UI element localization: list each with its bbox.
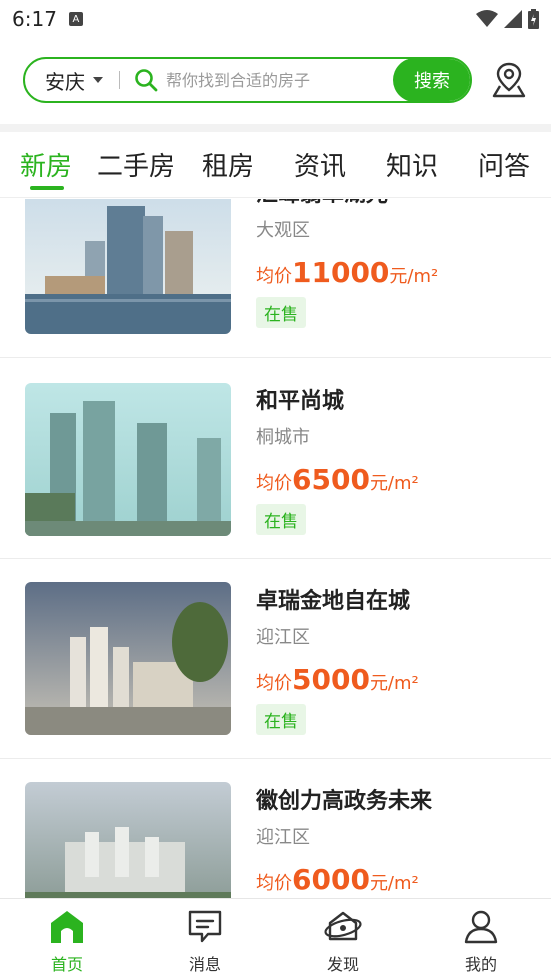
price-value: 5000 — [292, 663, 370, 696]
status-bar: 6:17 A — [0, 0, 551, 38]
section-separator — [0, 124, 551, 132]
price-value: 6000 — [292, 863, 370, 896]
listing-info: 和平尚城 桐城市 均价6500元/m² 在售 — [256, 383, 419, 535]
listing-info: 汇峰翡翠湖光 大观区 均价11000元/m² 在售 — [256, 199, 438, 328]
tab-second-hand[interactable]: 二手房 — [97, 146, 175, 183]
wifi-icon — [476, 10, 498, 27]
listing-price: 均价5000元/m² — [256, 663, 419, 696]
battery-icon — [528, 9, 539, 29]
listing-district: 迎江区 — [256, 627, 310, 648]
listing-photo — [25, 199, 231, 334]
status-time: 6:17 — [12, 7, 57, 31]
search-input[interactable] — [166, 59, 393, 101]
discover-icon — [324, 911, 362, 941]
nav-discover[interactable]: 发现 — [303, 905, 383, 975]
status-icons — [476, 9, 539, 29]
status-badge: 在售 — [256, 704, 306, 735]
listing-photo — [25, 782, 231, 898]
list-item[interactable]: 和平尚城 桐城市 均价6500元/m² 在售 — [0, 359, 551, 559]
search-icon — [135, 69, 158, 92]
listing-name: 汇峰翡翠湖光 — [256, 199, 438, 208]
search-divider — [119, 71, 120, 89]
listing-list: 汇峰翡翠湖光 大观区 均价11000元/m² 在售 — [0, 199, 551, 898]
nav-home-label: 首页 — [50, 955, 83, 974]
nav-messages-label: 消息 — [188, 955, 221, 974]
list-item[interactable]: 汇峰翡翠湖光 大观区 均价11000元/m² 在售 — [0, 199, 551, 358]
listing-photo — [25, 383, 231, 536]
listing-info: 卓瑞金地自在城 迎江区 均价5000元/m² 在售 — [256, 583, 419, 735]
list-item[interactable]: 卓瑞金地自在城 迎江区 均价5000元/m² 在售 — [0, 559, 551, 759]
price-unit: 元/m² — [369, 473, 419, 494]
search-bar: 安庆 搜索 — [23, 57, 472, 103]
price-label: 均价 — [256, 873, 292, 894]
price-label: 均价 — [256, 266, 292, 287]
listing-district: 桐城市 — [256, 427, 310, 448]
city-label: 安庆 — [45, 69, 85, 94]
caret-down-icon — [93, 77, 103, 83]
nav-home[interactable]: 首页 — [27, 905, 107, 975]
app-screen: 6:17 A 安庆 搜索 — [0, 0, 551, 979]
listing-photo — [25, 582, 231, 735]
listing-info: 徽创力高政务未来 迎江区 均价6000元/m² — [256, 783, 432, 896]
active-tab-indicator — [30, 186, 64, 190]
bottom-navigation: 首页 消息 发现 我的 — [0, 898, 551, 979]
price-unit: 元/m² — [369, 673, 419, 694]
signal-icon — [504, 10, 522, 28]
price-unit: 元/m² — [369, 873, 419, 894]
nav-discover-label: 发现 — [326, 955, 359, 974]
nav-messages[interactable]: 消息 — [165, 905, 245, 975]
listing-name: 和平尚城 — [256, 389, 345, 414]
listing-name: 徽创力高政务未来 — [256, 789, 433, 814]
profile-icon — [464, 910, 498, 944]
price-label: 均价 — [256, 473, 292, 494]
price-label: 均价 — [256, 673, 292, 694]
nav-profile-label: 我的 — [464, 955, 497, 974]
list-item[interactable]: 徽创力高政务未来 迎江区 均价6000元/m² — [0, 759, 551, 898]
tab-rent[interactable]: 租房 — [202, 146, 254, 183]
search-header: 安庆 搜索 — [0, 38, 551, 124]
tab-new-house[interactable]: 新房 — [20, 146, 72, 183]
search-button[interactable]: 搜索 — [393, 59, 470, 101]
nav-profile[interactable]: 我的 — [441, 905, 521, 975]
listing-district: 大观区 — [256, 220, 310, 241]
city-selector[interactable]: 安庆 — [25, 66, 103, 95]
listing-price: 均价6500元/m² — [256, 463, 419, 496]
tab-qa[interactable]: 问答 — [478, 146, 530, 183]
status-badge: 在售 — [256, 297, 306, 328]
price-value: 11000 — [292, 256, 390, 289]
listing-price: 均价11000元/m² — [256, 256, 438, 289]
message-icon — [188, 910, 222, 943]
tab-knowledge[interactable]: 知识 — [386, 146, 438, 183]
listing-price: 均价6000元/m² — [256, 863, 432, 896]
price-unit: 元/m² — [389, 266, 439, 287]
map-location-icon[interactable] — [490, 60, 528, 100]
category-tabs: 新房 二手房 租房 资讯 知识 问答 — [0, 132, 551, 198]
listing-name: 卓瑞金地自在城 — [256, 589, 411, 614]
tab-news[interactable]: 资讯 — [294, 146, 346, 183]
status-badge: 在售 — [256, 504, 306, 535]
notification-icon: A — [68, 12, 83, 26]
price-value: 6500 — [292, 463, 370, 496]
home-icon — [51, 911, 83, 943]
listing-district: 迎江区 — [256, 827, 310, 848]
